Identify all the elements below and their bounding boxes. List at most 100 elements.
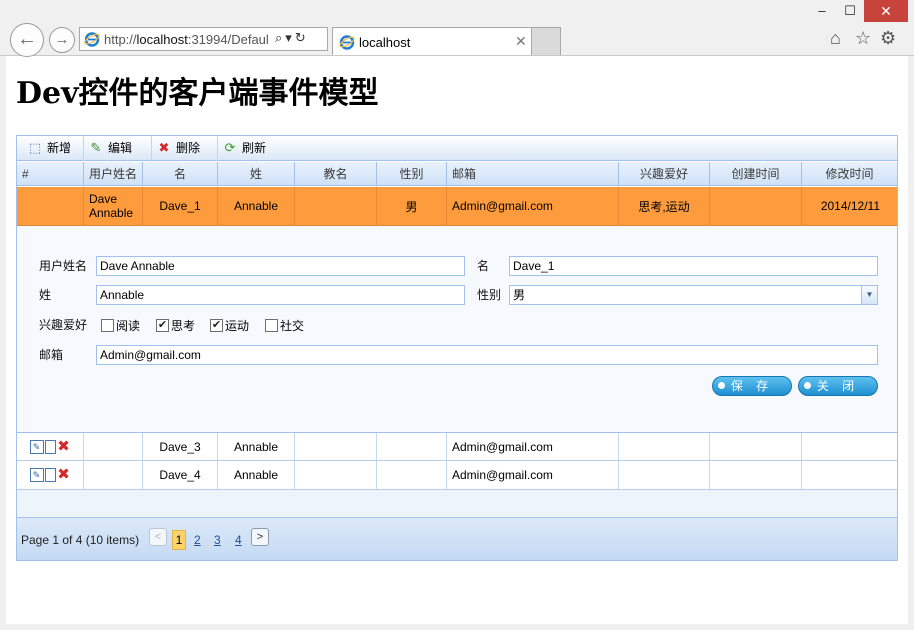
column-header[interactable]: #	[17, 162, 84, 185]
column-header[interactable]: 性别	[377, 162, 447, 185]
column-header[interactable]: 用户姓名	[84, 162, 143, 185]
gender-label: 性别	[477, 288, 502, 302]
hobby-checkbox-reading[interactable]: 阅读	[101, 317, 140, 334]
christian-name-cell	[295, 461, 377, 489]
checkmark-icon[interactable]: ✔	[210, 319, 223, 332]
column-header[interactable]: 教名	[295, 162, 377, 185]
created-cell	[710, 433, 802, 460]
window-frame-bottom	[0, 624, 914, 630]
page-title: Dev控件的客户端事件模型	[16, 76, 379, 111]
refresh-icon[interactable]: ↻	[295, 30, 309, 45]
edit-row-icon[interactable]: ✎	[29, 468, 44, 482]
delete-icon: ✖	[158, 140, 170, 155]
refresh-label: 刷新	[242, 141, 267, 155]
close-window-button[interactable]: ✕	[864, 0, 908, 22]
table-row-selected[interactable]: Dave Annable Dave_1 Annable 男 Admin@gmail…	[17, 187, 897, 226]
star-icon[interactable]: ☆	[855, 28, 871, 49]
close-form-button[interactable]: 关 闭	[798, 376, 878, 396]
column-header[interactable]: 兴趣爱好	[619, 162, 710, 185]
edit-label: 编辑	[108, 141, 133, 155]
first-name-cell: Dave_4	[143, 461, 218, 489]
edit-form: 用户姓名 Dave Annable 名 Dave_1 姓 Annable 性别 …	[17, 226, 897, 433]
close-tab-icon[interactable]: ✕	[515, 33, 527, 50]
hobby-label: 社交	[280, 319, 305, 333]
minimize-button[interactable]: –	[808, 0, 836, 22]
hobby-checkbox-thinking[interactable]: ✔ 思考	[156, 317, 195, 334]
username-cell	[84, 433, 143, 460]
checkbox-icon[interactable]	[265, 319, 278, 332]
username-input[interactable]: Dave Annable	[96, 256, 465, 276]
save-button[interactable]: 保 存	[712, 376, 792, 396]
browser-tab[interactable]: localhost ✕	[332, 27, 532, 55]
gender-cell: 男	[377, 187, 447, 225]
email-cell: Admin@gmail.com	[447, 433, 619, 460]
email-cell: Admin@gmail.com	[447, 187, 619, 225]
hobbies-cell	[619, 433, 710, 460]
edit-button[interactable]: ✎ 编辑	[84, 136, 152, 161]
table-row[interactable]: ✎ ✖ Dave_3 Annable Admin@gmail.com	[17, 433, 897, 461]
first-name-cell: Dave_1	[143, 187, 218, 225]
email-input[interactable]: Admin@gmail.com	[96, 345, 878, 365]
pager: Page 1 of 4 (10 items) < 1 2 3 4 >	[17, 518, 897, 560]
edit-row-icon[interactable]: ✎	[29, 439, 44, 454]
refresh-button[interactable]: ⟳ 刷新	[218, 136, 278, 161]
page-link[interactable]: 4	[235, 533, 242, 547]
home-icon[interactable]: ⌂	[830, 28, 841, 49]
first-name-label: 名	[477, 259, 490, 273]
search-icon[interactable]: ⌕	[275, 30, 285, 45]
address-tools: ⌕▾↻	[275, 30, 309, 46]
ie-icon	[339, 35, 355, 50]
modified-cell	[802, 433, 897, 460]
new-tab-button[interactable]	[532, 27, 561, 55]
back-icon: ←	[17, 28, 37, 50]
hobby-checkbox-sports[interactable]: ✔ 运动	[210, 317, 249, 334]
column-header[interactable]: 名	[143, 162, 218, 185]
address-bar[interactable]: http://localhost:31994/Defaul ⌕▾↻	[79, 27, 328, 51]
bullet-icon	[718, 382, 725, 389]
modified-cell	[802, 461, 897, 489]
current-page: 1	[172, 530, 186, 550]
column-header[interactable]: 邮箱	[447, 162, 619, 185]
hobby-label: 阅读	[116, 319, 141, 333]
first-name-input[interactable]: Dave_1	[509, 256, 878, 276]
username-cell: Dave Annable	[84, 187, 143, 225]
data-grid: ⬚ 新增 ✎ 编辑 ✖ 删除 ⟳ 刷新 # 用户姓名 名 姓 教名 性别 邮箱 兴趣爱好…	[16, 135, 898, 561]
email-cell: Admin@gmail.com	[447, 461, 619, 489]
delete-row-icon[interactable]: ✖	[57, 439, 71, 454]
copy-row-icon[interactable]	[44, 439, 56, 454]
last-name-label: 姓	[39, 288, 52, 302]
prev-page-button[interactable]: <	[149, 528, 167, 546]
delete-button[interactable]: ✖ 删除	[152, 136, 218, 161]
gear-icon[interactable]: ⚙	[880, 28, 896, 49]
hobbies-cell: 思考,运动	[619, 187, 710, 225]
page-link[interactable]: 3	[214, 533, 221, 547]
checkmark-icon[interactable]: ✔	[156, 319, 169, 332]
checkbox-icon[interactable]	[101, 319, 114, 332]
maximize-button[interactable]: ☐	[836, 0, 864, 22]
save-label: 保 存	[730, 379, 774, 393]
grid-empty-area	[17, 490, 897, 518]
close-label: 关 闭	[816, 379, 860, 393]
hobby-checkbox-social[interactable]: 社交	[265, 317, 304, 334]
dropdown-icon[interactable]: ▾	[285, 30, 295, 45]
last-name-input[interactable]: Annable	[96, 285, 465, 305]
table-row[interactable]: ✎ ✖ Dave_4 Annable Admin@gmail.com	[17, 461, 897, 490]
new-button[interactable]: ⬚ 新增	[23, 136, 84, 161]
gender-select[interactable]: 男 ▼	[509, 285, 878, 305]
column-header[interactable]: 姓	[218, 162, 295, 185]
delete-row-icon[interactable]: ✖	[57, 467, 71, 482]
chevron-down-icon[interactable]: ▼	[861, 286, 877, 304]
gender-selected-value: 男	[513, 288, 526, 302]
christian-name-cell	[295, 433, 377, 460]
window-frame-right	[908, 56, 914, 630]
back-button[interactable]: ←	[10, 23, 44, 57]
gender-cell	[377, 461, 447, 489]
page-link[interactable]: 2	[194, 533, 201, 547]
column-header[interactable]: 创建时间	[710, 162, 802, 185]
forward-button[interactable]: →	[49, 27, 75, 53]
copy-row-icon[interactable]	[44, 468, 56, 482]
column-header[interactable]: 修改时间	[802, 162, 897, 185]
pager-summary: Page 1 of 4 (10 items)	[21, 533, 140, 547]
next-page-button[interactable]: >	[251, 528, 269, 546]
refresh-icon: ⟳	[224, 140, 236, 155]
